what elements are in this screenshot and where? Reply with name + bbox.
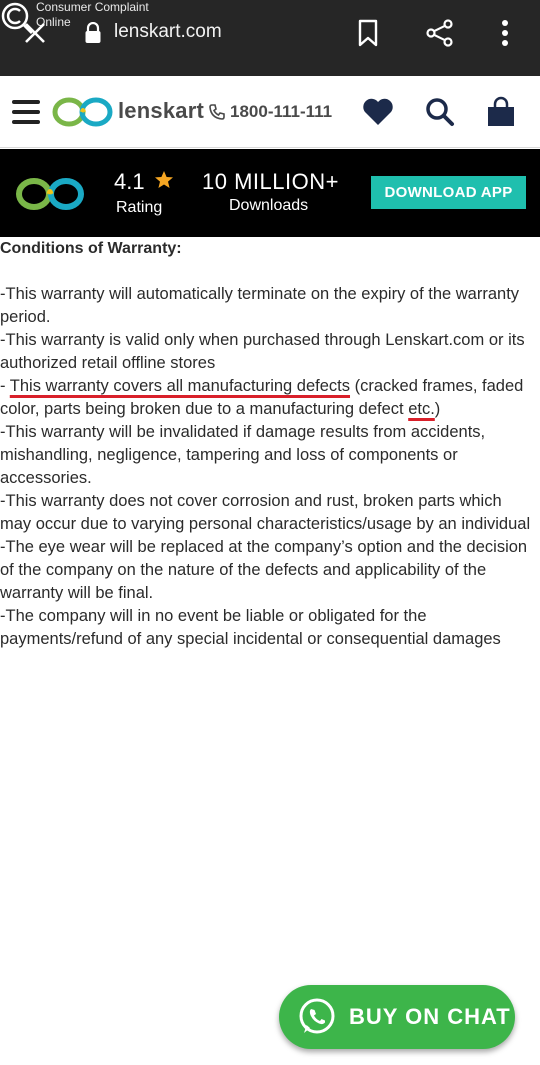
warranty-clause: -The company will in no event be liable …: [0, 607, 501, 648]
downloads-label: Downloads: [229, 197, 309, 214]
warranty-clause: -This warranty does not cover corrosion …: [0, 492, 531, 533]
lock-icon: [85, 22, 101, 43]
wishlist-button[interactable]: [360, 94, 396, 130]
phone-number: 1800-111-111: [230, 102, 333, 121]
clause-prefix: -: [0, 377, 10, 395]
clause-suffix: ): [434, 400, 441, 418]
browser-toolbar: Consumer Complaint Online lenskart.com: [0, 0, 540, 76]
url-text[interactable]: lenskart.com: [114, 21, 222, 43]
bookmark-icon: [358, 19, 378, 47]
cart-button[interactable]: [483, 94, 519, 130]
more-vertical-icon: [502, 20, 508, 46]
downloads-value: 10 MILLION+: [202, 169, 339, 194]
bookmark-button[interactable]: [351, 16, 385, 50]
app-download-banner: 4.1 Rating 10 MILLION+ Downloads DOWNLOA…: [0, 149, 540, 237]
warranty-clause: -This warranty will be invalidated if da…: [0, 423, 486, 487]
more-options-button[interactable]: [488, 16, 522, 50]
phone-icon: [209, 104, 225, 120]
page-title: Conditions of Warranty:: [0, 240, 182, 257]
lenskart-logo-icon: [52, 97, 113, 127]
close-icon[interactable]: [22, 20, 48, 46]
site-header: lenskart 1800-111-111: [0, 76, 540, 148]
heart-icon: [363, 98, 393, 125]
buy-on-chat-button[interactable]: BUY ON CHAT: [279, 985, 515, 1049]
underlined-etc: etc.: [408, 400, 435, 418]
lenskart-app-icon: [16, 178, 84, 210]
search-button[interactable]: [422, 94, 458, 130]
share-icon: [426, 19, 453, 47]
lenskart-logo[interactable]: lenskart: [52, 96, 204, 128]
warranty-clause: -This warranty is valid only when purcha…: [0, 331, 525, 372]
warranty-content: Conditions of Warranty: -This warranty w…: [0, 237, 540, 651]
underlined-text: This warranty covers all manufacturing d…: [9, 377, 351, 395]
warranty-clause: -This warranty will automatically termin…: [0, 285, 520, 326]
download-app-button[interactable]: DOWNLOAD APP: [371, 176, 526, 209]
chat-button-label: BUY ON CHAT: [349, 1004, 511, 1029]
star-icon: [155, 171, 173, 188]
shopping-bag-icon: [488, 96, 514, 126]
warranty-clause: -The eye wear will be replaced at the co…: [0, 538, 528, 602]
warranty-clause-defects: - This warranty covers all manufacturing…: [0, 375, 536, 421]
menu-icon[interactable]: [12, 100, 40, 124]
share-button[interactable]: [423, 16, 457, 50]
rating-value: 4.1: [114, 169, 145, 194]
brand-name: lenskart: [118, 98, 204, 123]
rating-label: Rating: [116, 199, 163, 216]
search-icon: [426, 98, 454, 126]
phone-link[interactable]: 1800-111-111: [208, 101, 332, 123]
whatsapp-icon: [299, 998, 335, 1034]
watermark-line1: Consumer Complaint: [36, 0, 149, 14]
